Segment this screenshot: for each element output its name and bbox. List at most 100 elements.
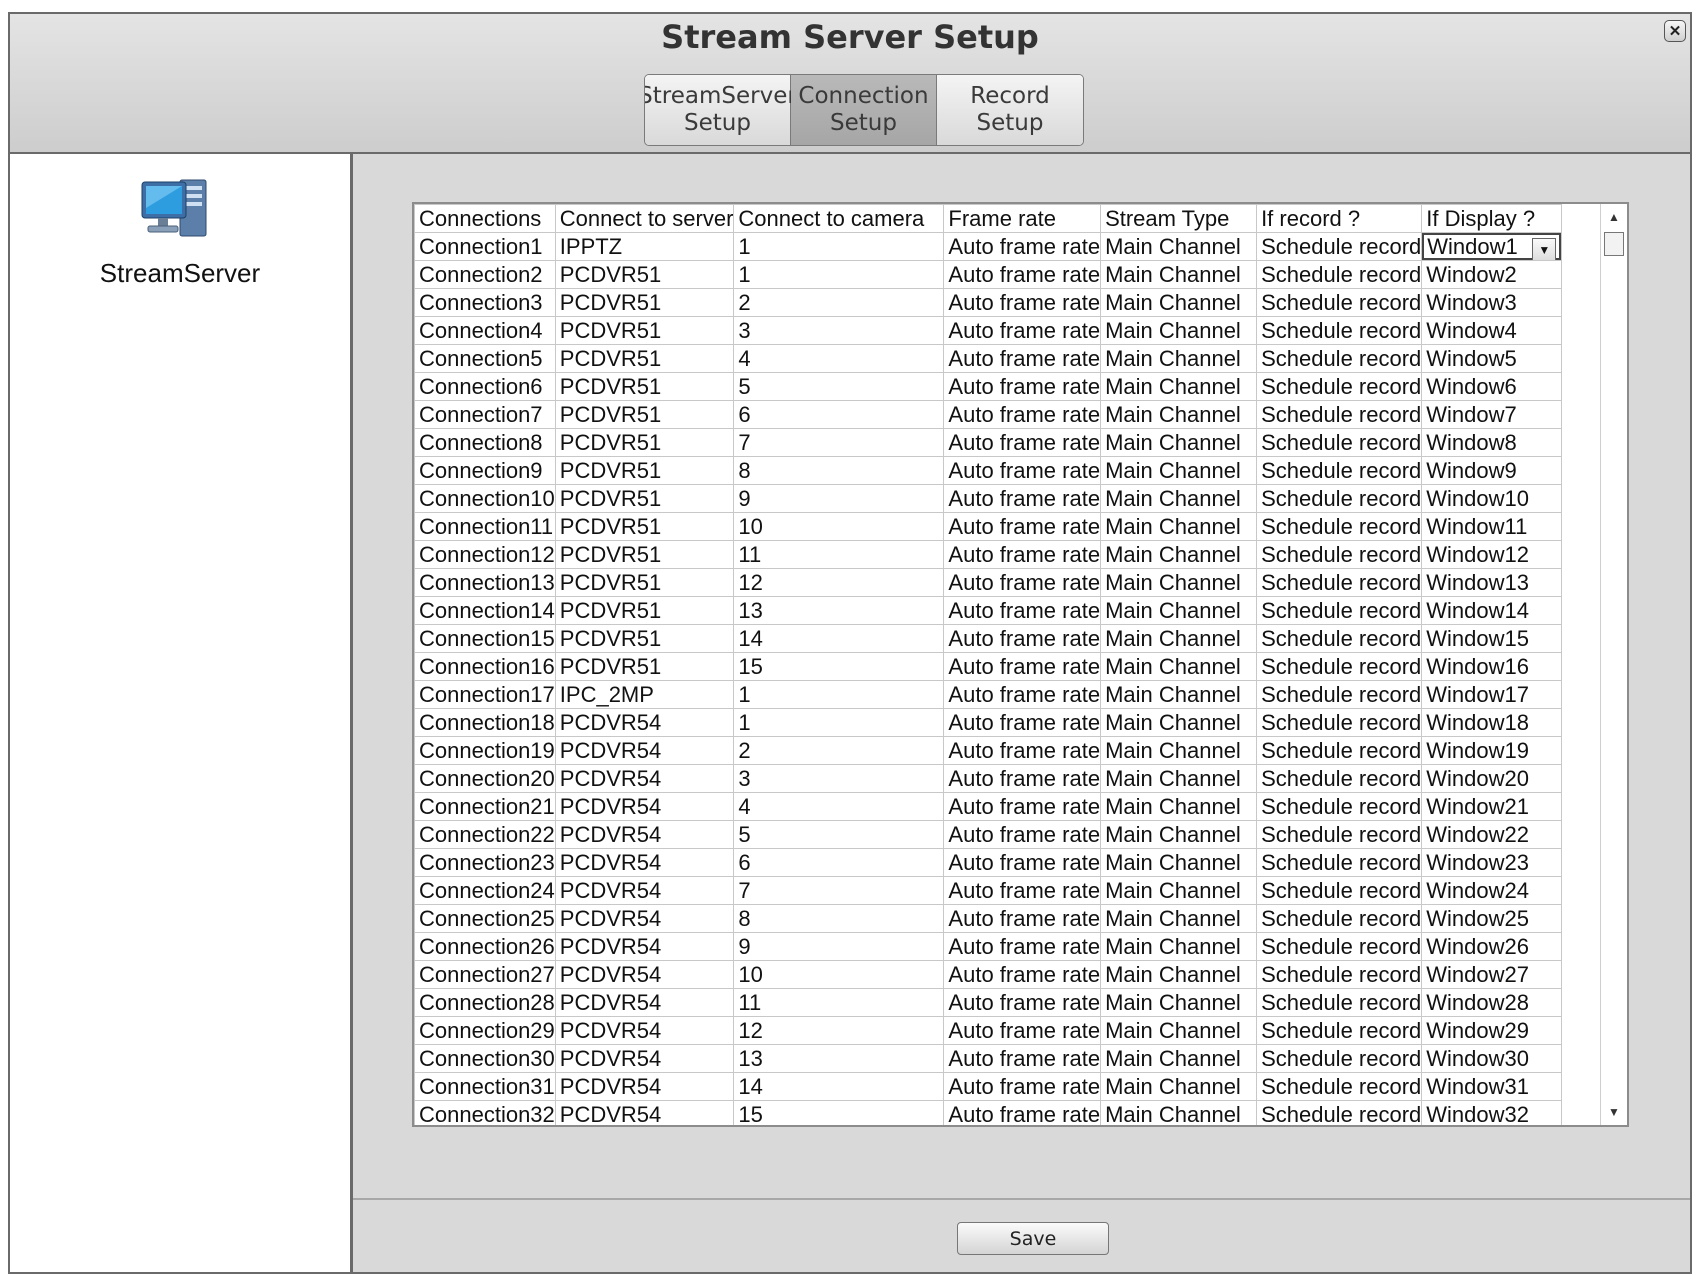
- display-window-select[interactable]: Window1 ▼: [1422, 233, 1561, 260]
- cell-stream-type[interactable]: Main Channel: [1100, 876, 1258, 905]
- cell-record[interactable]: Schedule record: [1256, 736, 1423, 765]
- cell-connection[interactable]: Connection15: [414, 624, 556, 653]
- cell-stream-type[interactable]: Main Channel: [1100, 736, 1258, 765]
- cell-frame-rate[interactable]: Auto frame rate: [943, 932, 1102, 961]
- cell-camera[interactable]: 2: [733, 288, 945, 317]
- cell-display[interactable]: Window1 ▼: [1421, 232, 1563, 261]
- cell-display[interactable]: Window26: [1421, 932, 1563, 961]
- cell-camera[interactable]: 15: [733, 652, 945, 681]
- table-row[interactable]: Connection7 PCDVR51 6 Auto frame rate Main C…: [414, 400, 1563, 429]
- cell-server[interactable]: PCDVR51: [554, 596, 735, 625]
- column-header-camera[interactable]: Connect to camera: [733, 204, 945, 233]
- column-header-connections[interactable]: Connections: [414, 204, 556, 233]
- tab-record-setup[interactable]: Record Setup: [937, 75, 1083, 145]
- cell-record[interactable]: Schedule record: [1256, 372, 1423, 401]
- tab-streamserver-setup[interactable]: StreamServer Setup: [645, 75, 797, 145]
- cell-display[interactable]: Window15: [1421, 624, 1563, 653]
- cell-frame-rate[interactable]: Auto frame rate: [943, 1100, 1102, 1125]
- cell-stream-type[interactable]: Main Channel: [1100, 1044, 1258, 1073]
- chevron-down-icon[interactable]: ▼: [1532, 238, 1557, 260]
- cell-camera[interactable]: 9: [733, 932, 945, 961]
- cell-server[interactable]: PCDVR51: [554, 512, 735, 541]
- cell-frame-rate[interactable]: Auto frame rate: [943, 848, 1102, 877]
- cell-frame-rate[interactable]: Auto frame rate: [943, 1016, 1102, 1045]
- cell-camera[interactable]: 3: [733, 316, 945, 345]
- cell-record[interactable]: Schedule record: [1256, 876, 1423, 905]
- cell-stream-type[interactable]: Main Channel: [1100, 624, 1258, 653]
- cell-connection[interactable]: Connection9: [414, 456, 556, 485]
- cell-camera[interactable]: 14: [733, 624, 945, 653]
- cell-server[interactable]: PCDVR51: [554, 484, 735, 513]
- cell-record[interactable]: Schedule record: [1256, 1072, 1423, 1101]
- cell-record[interactable]: Schedule record: [1256, 1016, 1423, 1045]
- cell-connection[interactable]: Connection7: [414, 400, 556, 429]
- cell-record[interactable]: Schedule record: [1256, 484, 1423, 513]
- cell-connection[interactable]: Connection20: [414, 764, 556, 793]
- cell-stream-type[interactable]: Main Channel: [1100, 792, 1258, 821]
- cell-server[interactable]: PCDVR54: [554, 820, 735, 849]
- cell-server[interactable]: PCDVR54: [554, 736, 735, 765]
- cell-stream-type[interactable]: Main Channel: [1100, 932, 1258, 961]
- cell-connection[interactable]: Connection8: [414, 428, 556, 457]
- cell-server[interactable]: PCDVR54: [554, 792, 735, 821]
- tab-connection-setup[interactable]: Connection Setup: [791, 75, 937, 145]
- cell-record[interactable]: Schedule record: [1256, 820, 1423, 849]
- cell-frame-rate[interactable]: Auto frame rate: [943, 764, 1102, 793]
- cell-display[interactable]: Window10: [1421, 484, 1563, 513]
- cell-stream-type[interactable]: Main Channel: [1100, 904, 1258, 933]
- cell-frame-rate[interactable]: Auto frame rate: [943, 232, 1102, 261]
- cell-camera[interactable]: 7: [733, 428, 945, 457]
- close-icon[interactable]: ✕: [1664, 20, 1686, 42]
- sidebar-item-streamserver[interactable]: StreamServer: [10, 258, 350, 289]
- table-row[interactable]: Connection4 PCDVR51 3 Auto frame rate Main C…: [414, 316, 1563, 345]
- cell-display[interactable]: Window6: [1421, 372, 1563, 401]
- cell-connection[interactable]: Connection26: [414, 932, 556, 961]
- cell-record[interactable]: Schedule record: [1256, 904, 1423, 933]
- cell-camera[interactable]: 9: [733, 484, 945, 513]
- cell-stream-type[interactable]: Main Channel: [1100, 428, 1258, 457]
- cell-display[interactable]: Window9: [1421, 456, 1563, 485]
- table-row[interactable]: Connection28 PCDVR54 11 Auto frame rate Main…: [414, 988, 1563, 1017]
- vertical-scrollbar[interactable]: ▲ ▼: [1600, 204, 1627, 1125]
- cell-record[interactable]: Schedule record: [1256, 344, 1423, 373]
- cell-server[interactable]: PCDVR54: [554, 1072, 735, 1101]
- table-row[interactable]: Connection1 IPPTZ 1 Auto frame rate Main Cha…: [414, 232, 1563, 261]
- cell-connection[interactable]: Connection21: [414, 792, 556, 821]
- cell-camera[interactable]: 4: [733, 792, 945, 821]
- cell-server[interactable]: IPPTZ: [554, 232, 735, 261]
- cell-frame-rate[interactable]: Auto frame rate: [943, 596, 1102, 625]
- cell-connection[interactable]: Connection5: [414, 344, 556, 373]
- cell-frame-rate[interactable]: Auto frame rate: [943, 708, 1102, 737]
- cell-stream-type[interactable]: Main Channel: [1100, 372, 1258, 401]
- cell-connection[interactable]: Connection32: [414, 1100, 556, 1125]
- cell-stream-type[interactable]: Main Channel: [1100, 540, 1258, 569]
- cell-frame-rate[interactable]: Auto frame rate: [943, 428, 1102, 457]
- column-header-if-record[interactable]: If record ?: [1256, 204, 1423, 233]
- cell-stream-type[interactable]: Main Channel: [1100, 596, 1258, 625]
- cell-record[interactable]: Schedule record: [1256, 568, 1423, 597]
- cell-connection[interactable]: Connection28: [414, 988, 556, 1017]
- cell-connection[interactable]: Connection29: [414, 1016, 556, 1045]
- cell-frame-rate[interactable]: Auto frame rate: [943, 988, 1102, 1017]
- cell-server[interactable]: PCDVR54: [554, 904, 735, 933]
- cell-record[interactable]: Schedule record: [1256, 988, 1423, 1017]
- scroll-up-arrow-icon[interactable]: ▲: [1601, 206, 1627, 228]
- cell-server[interactable]: PCDVR51: [554, 288, 735, 317]
- cell-connection[interactable]: Connection6: [414, 372, 556, 401]
- cell-record[interactable]: Schedule record: [1256, 708, 1423, 737]
- cell-display[interactable]: Window14: [1421, 596, 1563, 625]
- cell-server[interactable]: PCDVR51: [554, 568, 735, 597]
- table-row[interactable]: Connection20 PCDVR54 3 Auto frame rate Main …: [414, 764, 1563, 793]
- cell-connection[interactable]: Connection11: [414, 512, 556, 541]
- table-row[interactable]: Connection14 PCDVR51 13 Auto frame rate Main…: [414, 596, 1563, 625]
- table-row[interactable]: Connection30 PCDVR54 13 Auto frame rate Main…: [414, 1044, 1563, 1073]
- table-row[interactable]: Connection11 PCDVR51 10 Auto frame rate Main…: [414, 512, 1563, 541]
- table-row[interactable]: Connection27 PCDVR54 10 Auto frame rate Main…: [414, 960, 1563, 989]
- table-row[interactable]: Connection26 PCDVR54 9 Auto frame rate Main …: [414, 932, 1563, 961]
- cell-camera[interactable]: 12: [733, 1016, 945, 1045]
- table-row[interactable]: Connection24 PCDVR54 7 Auto frame rate Main …: [414, 876, 1563, 905]
- cell-server[interactable]: PCDVR51: [554, 260, 735, 289]
- cell-display[interactable]: Window31: [1421, 1072, 1563, 1101]
- cell-server[interactable]: PCDVR54: [554, 848, 735, 877]
- cell-connection[interactable]: Connection16: [414, 652, 556, 681]
